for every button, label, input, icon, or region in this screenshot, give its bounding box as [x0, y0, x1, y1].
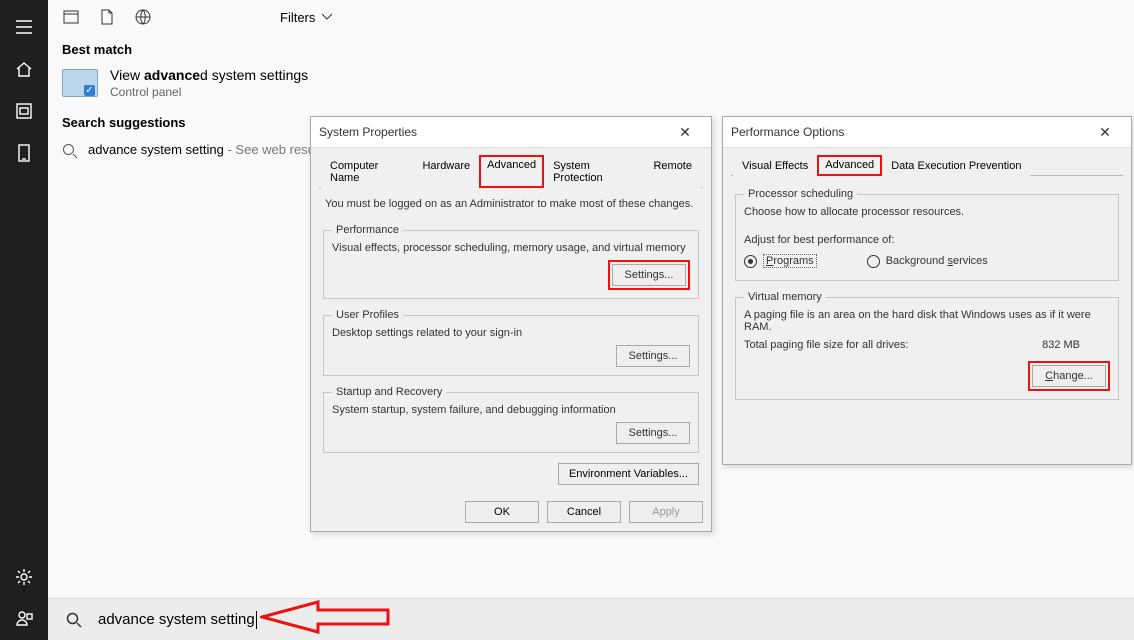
tab-computer-name[interactable]: Computer Name — [321, 155, 413, 188]
performance-desc: Visual effects, processor scheduling, me… — [332, 242, 690, 254]
radio-background-services[interactable]: Background services — [867, 255, 988, 268]
tab-dep[interactable]: Data Execution Prevention — [882, 155, 1030, 176]
start-navbar — [0, 0, 48, 640]
performance-settings-button[interactable]: Settings... — [612, 264, 686, 286]
proc-adjust-label: Adjust for best performance of: — [744, 234, 1110, 246]
result-title: View advanced system settings — [110, 67, 308, 83]
admin-note: You must be logged on as an Administrato… — [319, 188, 703, 218]
tab-hardware[interactable]: Hardware — [413, 155, 479, 188]
taskbar-search[interactable]: advance system setting — [48, 598, 1134, 640]
window-title: System Properties — [319, 125, 417, 139]
startup-settings-button[interactable]: Settings... — [616, 422, 690, 444]
search-input-value: advance system setting — [98, 611, 255, 628]
tab-advanced[interactable]: Advanced — [817, 155, 882, 176]
control-panel-icon — [62, 69, 98, 97]
user-profiles-legend: User Profiles — [332, 309, 403, 321]
tab-advanced[interactable]: Advanced — [479, 155, 544, 188]
tab-visual-effects[interactable]: Visual Effects — [733, 155, 817, 176]
documents-scope-icon[interactable] — [98, 8, 116, 26]
user-icon[interactable] — [0, 598, 48, 640]
vm-total-label: Total paging file size for all drives: — [744, 339, 908, 351]
proc-legend: Processor scheduling — [744, 188, 857, 200]
vm-legend: Virtual memory — [744, 291, 826, 303]
proc-desc: Choose how to allocate processor resourc… — [744, 206, 1110, 218]
performance-legend: Performance — [332, 224, 403, 236]
window-title: Performance Options — [731, 125, 844, 139]
search-icon — [62, 143, 78, 159]
home-icon[interactable] — [0, 48, 48, 90]
radio-icon — [867, 255, 880, 268]
web-scope-icon[interactable] — [134, 8, 152, 26]
radio-icon — [744, 255, 757, 268]
close-icon[interactable]: ✕ — [667, 124, 703, 141]
vm-total-value: 832 MB — [1042, 339, 1080, 351]
close-icon[interactable]: ✕ — [1087, 124, 1123, 141]
search-icon — [66, 612, 82, 628]
search-scope-bar: Filters — [48, 0, 1134, 34]
apps-scope-icon[interactable] — [62, 8, 80, 26]
vm-change-button[interactable]: Change... — [1032, 365, 1106, 387]
recent-icon[interactable] — [0, 90, 48, 132]
processor-scheduling-group: Processor scheduling Choose how to alloc… — [735, 188, 1119, 281]
dialog-buttons: OK Cancel Apply — [311, 495, 711, 531]
vm-desc: A paging file is an area on the hard dis… — [744, 309, 1110, 333]
tab-strip: Computer Name Hardware Advanced System P… — [319, 154, 703, 188]
startup-recovery-group: Startup and Recovery System startup, sys… — [323, 386, 699, 453]
text-cursor — [256, 611, 257, 629]
suggestion-query: advance system setting — [88, 142, 224, 157]
best-match-heading: Best match — [48, 34, 1134, 63]
startup-desc: System startup, system failure, and debu… — [332, 404, 690, 416]
apply-button[interactable]: Apply — [629, 501, 703, 523]
performance-options-window: Performance Options ✕ Visual Effects Adv… — [722, 116, 1132, 465]
window-titlebar[interactable]: System Properties ✕ — [311, 117, 711, 147]
tab-remote[interactable]: Remote — [644, 155, 701, 188]
cancel-button[interactable]: Cancel — [547, 501, 621, 523]
environment-variables-button[interactable]: Environment Variables... — [558, 463, 699, 485]
result-subtitle: Control panel — [110, 85, 308, 99]
user-profiles-group: User Profiles Desktop settings related t… — [323, 309, 699, 376]
ok-button[interactable]: OK — [465, 501, 539, 523]
user-profiles-settings-button[interactable]: Settings... — [616, 345, 690, 367]
tab-system-protection[interactable]: System Protection — [544, 155, 644, 188]
radio-programs[interactable]: Programs — [744, 254, 817, 268]
user-profiles-desc: Desktop settings related to your sign-in — [332, 327, 690, 339]
chevron-down-icon — [321, 13, 333, 21]
virtual-memory-group: Virtual memory A paging file is an area … — [735, 291, 1119, 400]
filters-dropdown[interactable]: Filters — [280, 10, 333, 25]
window-titlebar[interactable]: Performance Options ✕ — [723, 117, 1131, 147]
tab-strip: Visual Effects Advanced Data Execution P… — [731, 154, 1123, 176]
best-match-result[interactable]: View advanced system settings Control pa… — [48, 63, 1134, 107]
filters-label: Filters — [280, 10, 315, 25]
gear-icon[interactable] — [0, 556, 48, 598]
performance-group: Performance Visual effects, processor sc… — [323, 224, 699, 299]
device-icon[interactable] — [0, 132, 48, 174]
menu-icon[interactable] — [0, 6, 48, 48]
startup-legend: Startup and Recovery — [332, 386, 446, 398]
system-properties-window: System Properties ✕ Computer Name Hardwa… — [310, 116, 712, 532]
